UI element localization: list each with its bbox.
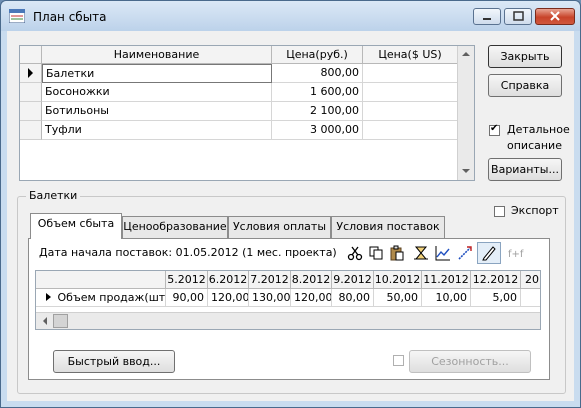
row-indicator[interactable] xyxy=(20,64,42,83)
trend-arrow-icon[interactable] xyxy=(457,245,473,261)
help-button[interactable]: Справка xyxy=(488,74,562,97)
volume-cell[interactable] xyxy=(521,289,540,307)
volume-cell[interactable]: 80,00 xyxy=(332,289,374,307)
cell-price-usd[interactable] xyxy=(363,102,458,121)
scroll-left-icon[interactable] xyxy=(38,314,52,328)
volume-cell[interactable]: 10,00 xyxy=(422,289,471,307)
column-header-price-rub[interactable]: Цена(руб.) xyxy=(272,46,363,64)
sales-volume-grid[interactable]: 5.2012 6.2012 7.2012 8.2012 9.2012 10.2012 11.… xyxy=(35,270,541,330)
svg-text:f+f: f+f xyxy=(508,249,524,260)
help-button-label: Справка xyxy=(500,79,550,92)
volume-cell[interactable]: 5,00 xyxy=(471,289,521,307)
pen-button[interactable] xyxy=(477,242,501,264)
volume-cell[interactable]: 120,00 xyxy=(208,289,249,307)
maximize-button[interactable] xyxy=(504,8,532,25)
minimize-button[interactable] xyxy=(473,8,501,25)
period-header[interactable]: 11.2012 xyxy=(422,271,471,289)
cell-price-rub[interactable]: 1 600,00 xyxy=(272,83,363,102)
current-row-arrow-icon xyxy=(46,293,51,301)
seasonality-checkbox[interactable] xyxy=(393,355,404,366)
title-bar: План сбыта xyxy=(1,1,580,31)
tab-delivery-terms[interactable]: Условия поставок xyxy=(331,216,445,238)
group-title: Балетки xyxy=(26,189,81,202)
cell-price-rub[interactable]: 3 000,00 xyxy=(272,121,363,140)
cell-price-rub[interactable]: 800,00 xyxy=(272,64,363,83)
products-grid[interactable]: Наименование Цена(руб.) Цена($ US) Балет… xyxy=(19,45,475,181)
close-button-label: Закрыть xyxy=(500,50,550,63)
hourglass-icon[interactable] xyxy=(413,245,429,261)
cut-icon[interactable] xyxy=(347,245,363,261)
maximize-icon xyxy=(513,11,524,21)
start-date-text: Дата начала поставок: 01.05.2012 (1 мес.… xyxy=(39,246,337,259)
tab-sales-volume[interactable]: Объем сбыта xyxy=(30,213,122,239)
cell-price-rub[interactable]: 2 100,00 xyxy=(272,102,363,121)
close-icon xyxy=(550,11,560,21)
volume-cell[interactable]: 90,00 xyxy=(166,289,208,307)
export-checkbox[interactable] xyxy=(494,206,505,217)
volume-cell[interactable]: 130,00 xyxy=(249,289,291,307)
row-indicator[interactable] xyxy=(20,102,42,121)
period-header[interactable]: 6.2012 xyxy=(208,271,249,289)
grid-vertical-scrollbar[interactable] xyxy=(457,46,474,180)
cell-price-usd[interactable] xyxy=(363,64,458,83)
close-button[interactable]: Закрыть xyxy=(488,45,562,68)
main-window: План сбыта Наименование Цена(руб.) Цена(… xyxy=(0,0,581,408)
volume-cell[interactable]: 50,00 xyxy=(374,289,422,307)
period-header[interactable]: 7.2012 xyxy=(249,271,291,289)
column-header-name[interactable]: Наименование xyxy=(42,46,272,64)
volume-cell[interactable]: 120,00 xyxy=(291,289,332,307)
paste-icon[interactable] xyxy=(389,245,405,261)
tab-payment-terms[interactable]: Условия оплаты xyxy=(228,216,331,238)
period-header[interactable]: 8.2012 xyxy=(291,271,332,289)
close-window-button[interactable] xyxy=(535,8,575,25)
period-header[interactable]: 12.2012 xyxy=(471,271,521,289)
client-area: Наименование Цена(руб.) Цена($ US) Балет… xyxy=(7,31,574,401)
cell-name[interactable]: Балетки xyxy=(42,64,272,83)
quick-input-button[interactable]: Быстрый ввод... xyxy=(53,350,175,373)
column-header-price-usd[interactable]: Цена($ US) xyxy=(363,46,458,64)
window-title: План сбыта xyxy=(33,10,107,24)
trend-icon[interactable] xyxy=(435,245,451,261)
detail-label-line1: Детальное xyxy=(507,123,570,136)
product-groupbox: Балетки Экспорт Объем сбыта Ценообразова… xyxy=(17,189,566,394)
formula-icon: f+f xyxy=(508,249,524,260)
variants-button[interactable]: Варианты... xyxy=(488,158,562,181)
minimize-icon xyxy=(483,18,491,20)
copy-icon[interactable] xyxy=(368,245,384,261)
grid-corner xyxy=(20,46,42,64)
quick-input-label: Быстрый ввод... xyxy=(67,355,161,368)
tab-pricing[interactable]: Ценообразование xyxy=(122,216,228,238)
scroll-up-icon[interactable] xyxy=(459,47,473,61)
period-header[interactable]: 10.2012 xyxy=(374,271,422,289)
variants-button-label: Варианты... xyxy=(491,163,559,176)
row-label-text: Объем продаж(шт.) xyxy=(57,291,166,304)
seasonality-button[interactable]: Сезонность... xyxy=(409,350,531,373)
row-indicator[interactable] xyxy=(20,121,42,140)
pen-icon xyxy=(482,246,496,261)
export-label: Экспорт xyxy=(511,204,559,217)
cell-price-usd[interactable] xyxy=(363,83,458,102)
row-indicator[interactable] xyxy=(20,83,42,102)
scroll-thumb[interactable] xyxy=(53,314,68,328)
cell-name[interactable]: Туфли xyxy=(42,121,272,140)
planning-icon xyxy=(9,9,25,23)
row-label-sales-volume: Объем продаж(шт.) xyxy=(36,289,166,307)
period-header[interactable]: 5.2012 xyxy=(166,271,208,289)
detail-label-line2: описание xyxy=(507,139,562,152)
detail-checkbox[interactable] xyxy=(489,123,500,136)
tab-panel-sales-volume: Дата начала поставок: 01.05.2012 (1 мес.… xyxy=(28,238,550,380)
grid2-corner xyxy=(36,271,166,289)
cell-name[interactable]: Босоножки xyxy=(42,83,272,102)
scroll-down-icon[interactable] xyxy=(459,164,473,178)
seasonality-label: Сезонность... xyxy=(431,355,509,368)
period-header[interactable]: 201 xyxy=(521,271,540,289)
cell-name[interactable]: Ботильоны xyxy=(42,102,272,121)
current-row-arrow-icon xyxy=(28,68,33,78)
cell-price-usd[interactable] xyxy=(363,121,458,140)
grid2-horizontal-scrollbar[interactable] xyxy=(36,312,540,329)
period-header[interactable]: 9.2012 xyxy=(332,271,374,289)
